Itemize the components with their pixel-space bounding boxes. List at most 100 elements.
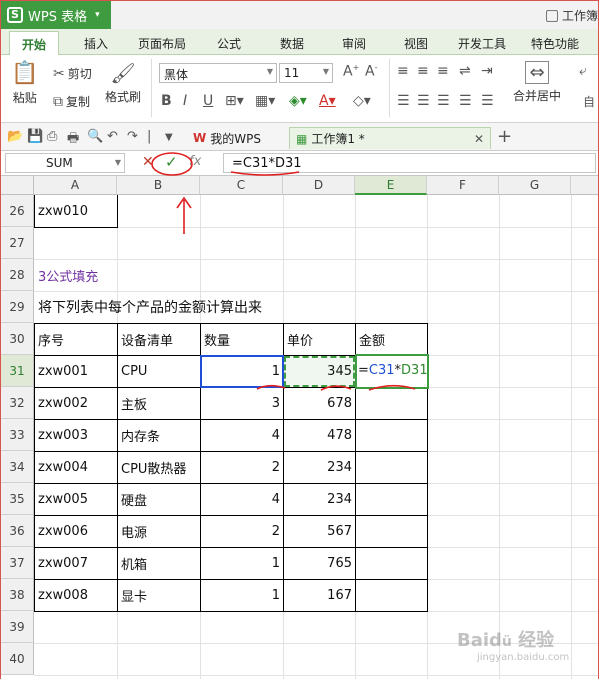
increase-font-icon[interactable]: A+ bbox=[343, 63, 359, 80]
tab-workbook1[interactable]: ▦ 工作簿1 * ✕ bbox=[289, 127, 491, 149]
print-icon[interactable]: 🖶 bbox=[67, 129, 79, 151]
table-cell[interactable]: zxw003 bbox=[35, 420, 118, 452]
table-cell[interactable]: 765 bbox=[284, 548, 356, 580]
align-left-icon[interactable]: ☰ bbox=[397, 93, 410, 109]
format-painter-button[interactable]: 🖌 格式刷 bbox=[105, 61, 141, 105]
tab-formulas[interactable]: 公式 bbox=[217, 35, 241, 52]
select-all-corner[interactable] bbox=[1, 176, 34, 195]
table-cell[interactable] bbox=[356, 548, 428, 580]
table-cell[interactable]: 内存条 bbox=[118, 420, 201, 452]
table-cell[interactable] bbox=[356, 452, 428, 484]
table-header-cell[interactable]: 设备清单 bbox=[118, 324, 201, 356]
auto-wrap-icon[interactable]: ⤶ bbox=[579, 63, 587, 79]
row-header-34[interactable]: 34 bbox=[1, 451, 34, 483]
underline-icon[interactable]: U bbox=[203, 93, 213, 109]
fill-color-icon[interactable]: ◈▾ bbox=[289, 93, 307, 109]
worksheet-grid[interactable]: A B C D E F G 26 27 28 29 30 31 32 33 34… bbox=[1, 176, 598, 679]
tab-features[interactable]: 特色功能 bbox=[531, 35, 579, 52]
add-tab-icon[interactable]: + bbox=[497, 126, 512, 147]
align-middle-icon[interactable]: ≡ bbox=[417, 63, 429, 79]
row-header-31[interactable]: 31 bbox=[1, 355, 34, 387]
copy-button[interactable]: ⧉ 复制 bbox=[53, 93, 90, 110]
table-cell[interactable]: zxw002 bbox=[35, 388, 118, 420]
table-cell[interactable]: 主板 bbox=[118, 388, 201, 420]
column-header-g[interactable]: G bbox=[499, 176, 571, 195]
table-cell[interactable]: zxw001 bbox=[35, 356, 118, 388]
table-cell[interactable] bbox=[356, 484, 428, 516]
table-cell[interactable]: 4 bbox=[201, 484, 284, 516]
table-cell[interactable]: 478 bbox=[284, 420, 356, 452]
column-header-b[interactable]: B bbox=[117, 176, 200, 195]
tab-my-wps[interactable]: W 我的WPS bbox=[187, 127, 267, 149]
row-header-40[interactable]: 40 bbox=[1, 643, 34, 675]
table-cell[interactable]: 234 bbox=[284, 484, 356, 516]
tab-review[interactable]: 审阅 bbox=[342, 35, 366, 52]
row-header-37[interactable]: 37 bbox=[1, 547, 34, 579]
table-cell[interactable]: zxw004 bbox=[35, 452, 118, 484]
column-header-a[interactable]: A bbox=[34, 176, 117, 195]
clear-format-icon[interactable]: ◇▾ bbox=[353, 93, 371, 109]
table-cell[interactable]: 167 bbox=[284, 580, 356, 612]
redo-icon[interactable]: ↷ bbox=[127, 129, 138, 144]
wps-app-button[interactable]: S WPS 表格 ▾ bbox=[1, 1, 111, 29]
row-header-29[interactable]: 29 bbox=[1, 291, 34, 323]
bold-icon[interactable]: B bbox=[161, 93, 172, 109]
table-cell[interactable]: CPU散热器 bbox=[118, 452, 201, 484]
table-cell[interactable]: zxw006 bbox=[35, 516, 118, 548]
justify-icon[interactable]: ☰ bbox=[459, 93, 472, 109]
table-cell[interactable]: 2 bbox=[201, 452, 284, 484]
row-header-33[interactable]: 33 bbox=[1, 419, 34, 451]
export-pdf-icon[interactable]: ⎙ bbox=[47, 129, 57, 144]
distribute-icon[interactable]: ☰ bbox=[481, 93, 494, 109]
more-icon[interactable]: 自 bbox=[583, 93, 595, 110]
open-icon[interactable]: 📂 bbox=[7, 129, 23, 144]
table-cell[interactable]: zxw007 bbox=[35, 548, 118, 580]
table-cell[interactable]: 234 bbox=[284, 452, 356, 484]
table-cell[interactable]: 电源 bbox=[118, 516, 201, 548]
paste-button[interactable]: 📋 粘贴 bbox=[11, 61, 38, 106]
table-header-cell[interactable]: 数量 bbox=[201, 324, 284, 356]
row-header-38[interactable]: 38 bbox=[1, 579, 34, 611]
align-bottom-icon[interactable]: ≡ bbox=[437, 63, 449, 79]
align-top-icon[interactable]: ≡ bbox=[397, 63, 409, 79]
column-header-d[interactable]: D bbox=[283, 176, 355, 195]
tab-developer[interactable]: 开发工具 bbox=[458, 35, 506, 52]
row-header-30[interactable]: 30 bbox=[1, 323, 34, 355]
table-cell[interactable] bbox=[356, 580, 428, 612]
table-cell[interactable]: 显卡 bbox=[118, 580, 201, 612]
row-header-35[interactable]: 35 bbox=[1, 483, 34, 515]
font-name-select[interactable]: 黑体 ▼ bbox=[159, 63, 277, 83]
cell-border-icon[interactable]: ▦▾ bbox=[255, 93, 275, 109]
tab-data[interactable]: 数据 bbox=[280, 35, 304, 52]
wrap-text-icon[interactable]: ⇌ bbox=[459, 63, 471, 79]
align-center-icon[interactable]: ☰ bbox=[417, 93, 430, 109]
table-cell[interactable]: 1 bbox=[201, 580, 284, 612]
cell-a28[interactable]: 3公式填充 bbox=[35, 259, 275, 291]
table-header-cell[interactable]: 金额 bbox=[356, 324, 428, 356]
table-cell[interactable]: 1 bbox=[201, 548, 284, 580]
cut-button[interactable]: ✂ 剪切 bbox=[53, 65, 92, 82]
print-preview-icon[interactable]: 🔍 bbox=[87, 129, 103, 144]
table-cell[interactable] bbox=[356, 516, 428, 548]
column-header-f[interactable]: F bbox=[427, 176, 499, 195]
row-header-39[interactable]: 39 bbox=[1, 611, 34, 643]
row-header-26[interactable]: 26 bbox=[1, 195, 34, 227]
tab-view[interactable]: 视图 bbox=[404, 35, 428, 52]
table-cell[interactable]: 机箱 bbox=[118, 548, 201, 580]
table-cell[interactable]: zxw008 bbox=[35, 580, 118, 612]
chevron-down-icon[interactable]: ▼ bbox=[165, 132, 173, 143]
table-cell[interactable]: 硬盘 bbox=[118, 484, 201, 516]
table-header-cell[interactable]: 序号 bbox=[35, 324, 118, 356]
undo-icon[interactable]: ↶ bbox=[107, 129, 118, 144]
border-icon[interactable]: ⊞▾ bbox=[225, 93, 244, 109]
tab-page-layout[interactable]: 页面布局 bbox=[138, 35, 186, 52]
row-header-36[interactable]: 36 bbox=[1, 515, 34, 547]
row-header-32[interactable]: 32 bbox=[1, 387, 34, 419]
merge-center-button[interactable]: ⇔ 合并居中 bbox=[513, 61, 561, 104]
column-header-e[interactable]: E bbox=[355, 176, 427, 195]
decrease-font-icon[interactable]: A- bbox=[365, 63, 377, 80]
table-cell[interactable] bbox=[356, 420, 428, 452]
table-cell[interactable]: 4 bbox=[201, 420, 284, 452]
indent-icon[interactable]: ⇥ bbox=[481, 63, 493, 79]
table-cell[interactable]: 567 bbox=[284, 516, 356, 548]
